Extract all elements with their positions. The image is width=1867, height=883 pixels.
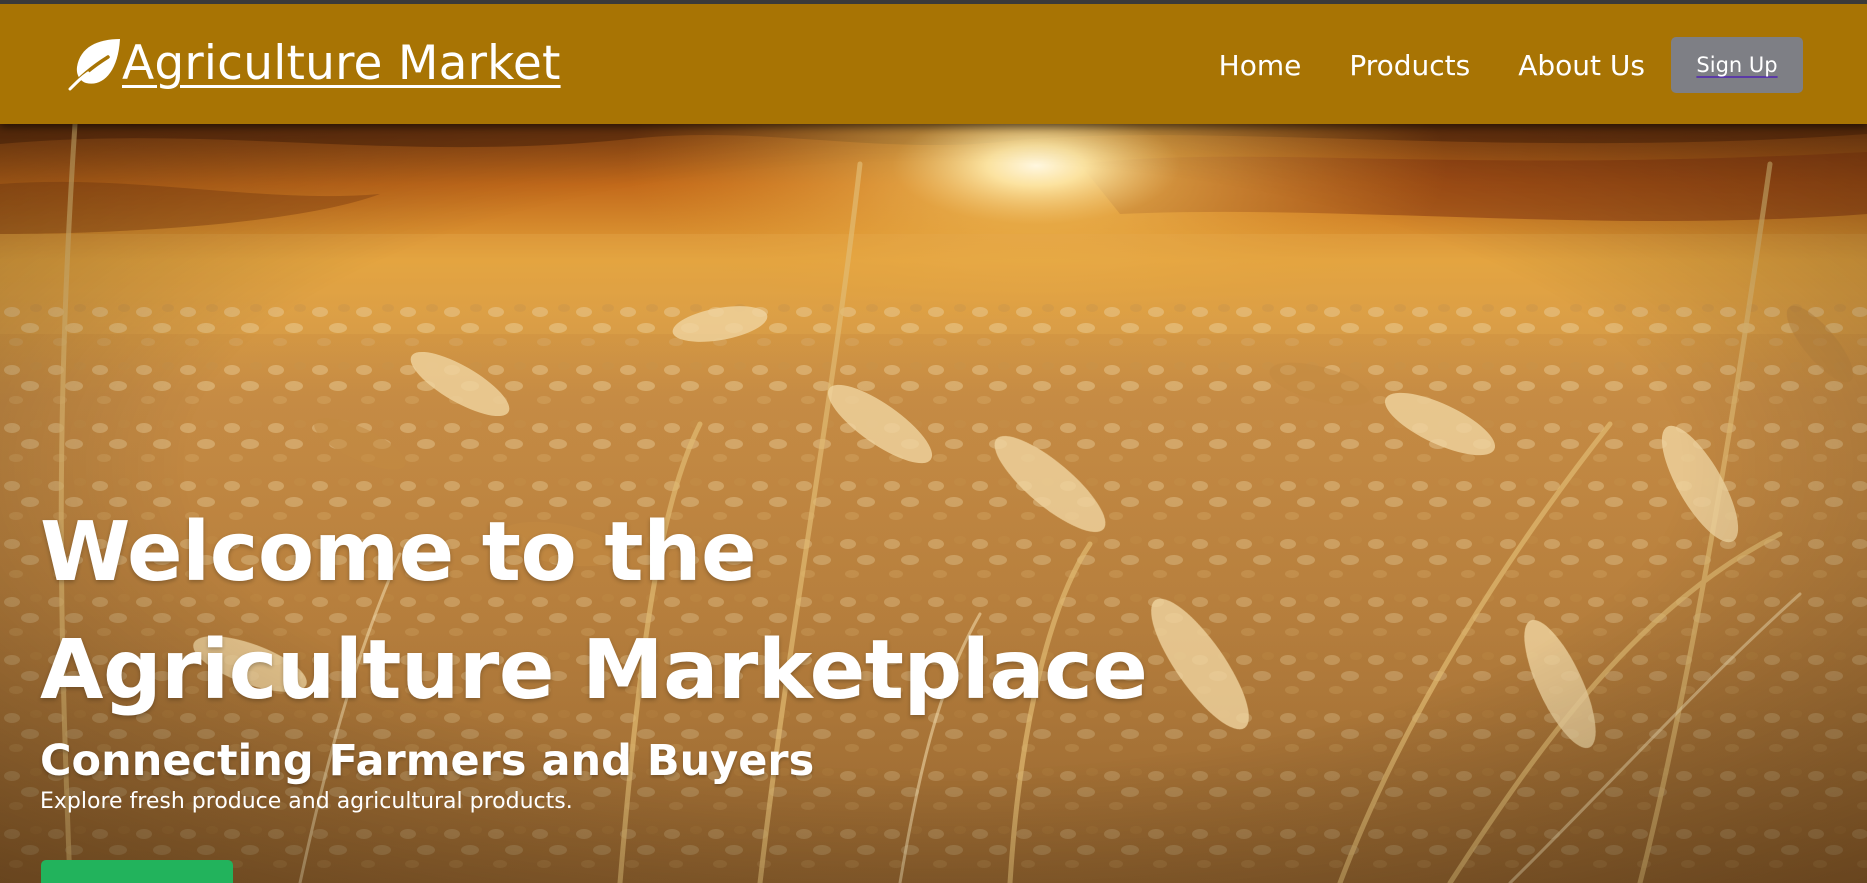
leaf-icon (68, 37, 126, 91)
hero-cta-button[interactable] (41, 860, 233, 883)
hero-subtitle: Connecting Farmers and Buyers (40, 736, 815, 786)
hero-content: Welcome to the Agriculture Marketplace C… (40, 494, 1440, 816)
hero-section: Welcome to the Agriculture Marketplace C… (0, 124, 1867, 883)
sign-up-button[interactable]: Sign Up (1671, 37, 1803, 93)
hero-description: Explore fresh produce and agricultural p… (40, 789, 573, 814)
nav-about-us[interactable]: About Us (1518, 49, 1645, 82)
brand-name: Agriculture Market (122, 36, 561, 91)
top-strip (0, 0, 1867, 4)
site-header: Agriculture Market Home Products About U… (0, 4, 1867, 124)
nav-products[interactable]: Products (1349, 49, 1470, 82)
nav-home[interactable]: Home (1219, 49, 1302, 82)
hero-title-line-1: Welcome to the (40, 505, 757, 600)
main-nav: Home Products About Us Sign Up (1219, 37, 1803, 93)
brand-link[interactable]: Agriculture Market (68, 34, 561, 94)
hero-title-line-2: Agriculture Marketplace (40, 623, 1148, 718)
page: Agriculture Market Home Products About U… (0, 0, 1867, 883)
hero-title: Welcome to the Agriculture Marketplace (40, 494, 1440, 730)
